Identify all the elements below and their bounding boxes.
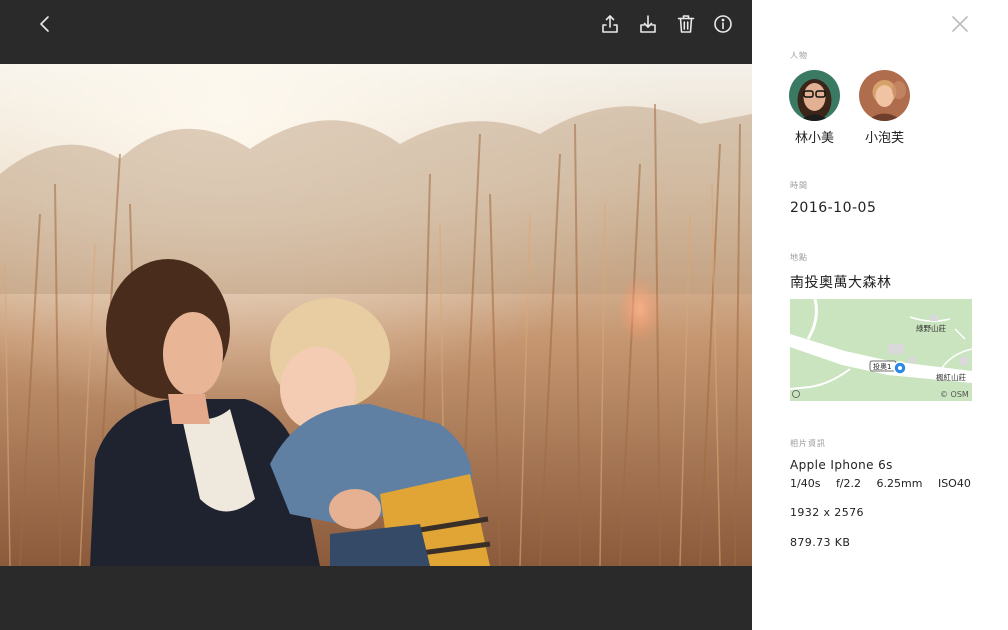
location-section-label: 地點 — [790, 253, 808, 262]
info-icon — [714, 15, 732, 33]
download-button[interactable] — [636, 12, 660, 36]
share-button[interactable] — [598, 12, 622, 36]
location-name: 南投奧萬大森林 — [790, 275, 892, 291]
viewer-toolbar — [0, 0, 752, 64]
focal-length: 6.25mm — [876, 477, 923, 490]
shutter-speed: 1/40s — [790, 477, 821, 490]
info-button[interactable] — [711, 12, 735, 36]
photo-info-panel: 人物 林小美 小泡芙 時間 2016-10-05 地點 南投奧萬大森林 綠野山莊… — [752, 0, 1008, 630]
person-name: 小泡芙 — [864, 131, 904, 146]
delete-button[interactable] — [674, 12, 698, 36]
people-section-label: 人物 — [790, 51, 808, 60]
avatar — [859, 70, 910, 121]
share-icon — [602, 15, 618, 33]
back-button[interactable] — [33, 12, 57, 36]
photo-date: 2016-10-05 — [790, 200, 877, 216]
time-section-label: 時間 — [790, 181, 808, 190]
avatar — [789, 70, 840, 121]
close-button[interactable] — [950, 14, 970, 34]
photo-info-section-label: 相片資訊 — [790, 439, 826, 448]
photo-viewer — [0, 0, 752, 630]
iso: ISO40 — [937, 477, 971, 490]
map-attribution: © OSM — [940, 390, 969, 399]
image-dimensions: 1932 x 2576 — [790, 506, 864, 519]
map-label: 楓紅山莊 — [936, 372, 966, 382]
people-list: 林小美 小泡芙 — [789, 70, 910, 146]
file-size: 879.73 KB — [790, 536, 851, 549]
trash-icon — [677, 15, 695, 33]
map-label: 投奧1 — [873, 362, 891, 371]
person-item[interactable]: 林小美 — [789, 70, 840, 146]
chevron-left-icon — [40, 16, 49, 32]
exif-details: 1/40s f/2.2 6.25mm ISO40 — [790, 477, 1000, 490]
download-icon — [640, 15, 656, 33]
camera-model: Apple Iphone 6s — [790, 458, 893, 472]
person-item[interactable]: 小泡芙 — [859, 70, 910, 146]
person-name: 林小美 — [794, 131, 834, 146]
main-photo — [0, 64, 752, 566]
aperture: f/2.2 — [835, 477, 862, 490]
close-icon — [952, 16, 968, 32]
map-label: 綠野山莊 — [916, 323, 946, 333]
location-map[interactable]: 綠野山莊 投奧1 楓紅山莊 © OSM — [790, 299, 972, 401]
